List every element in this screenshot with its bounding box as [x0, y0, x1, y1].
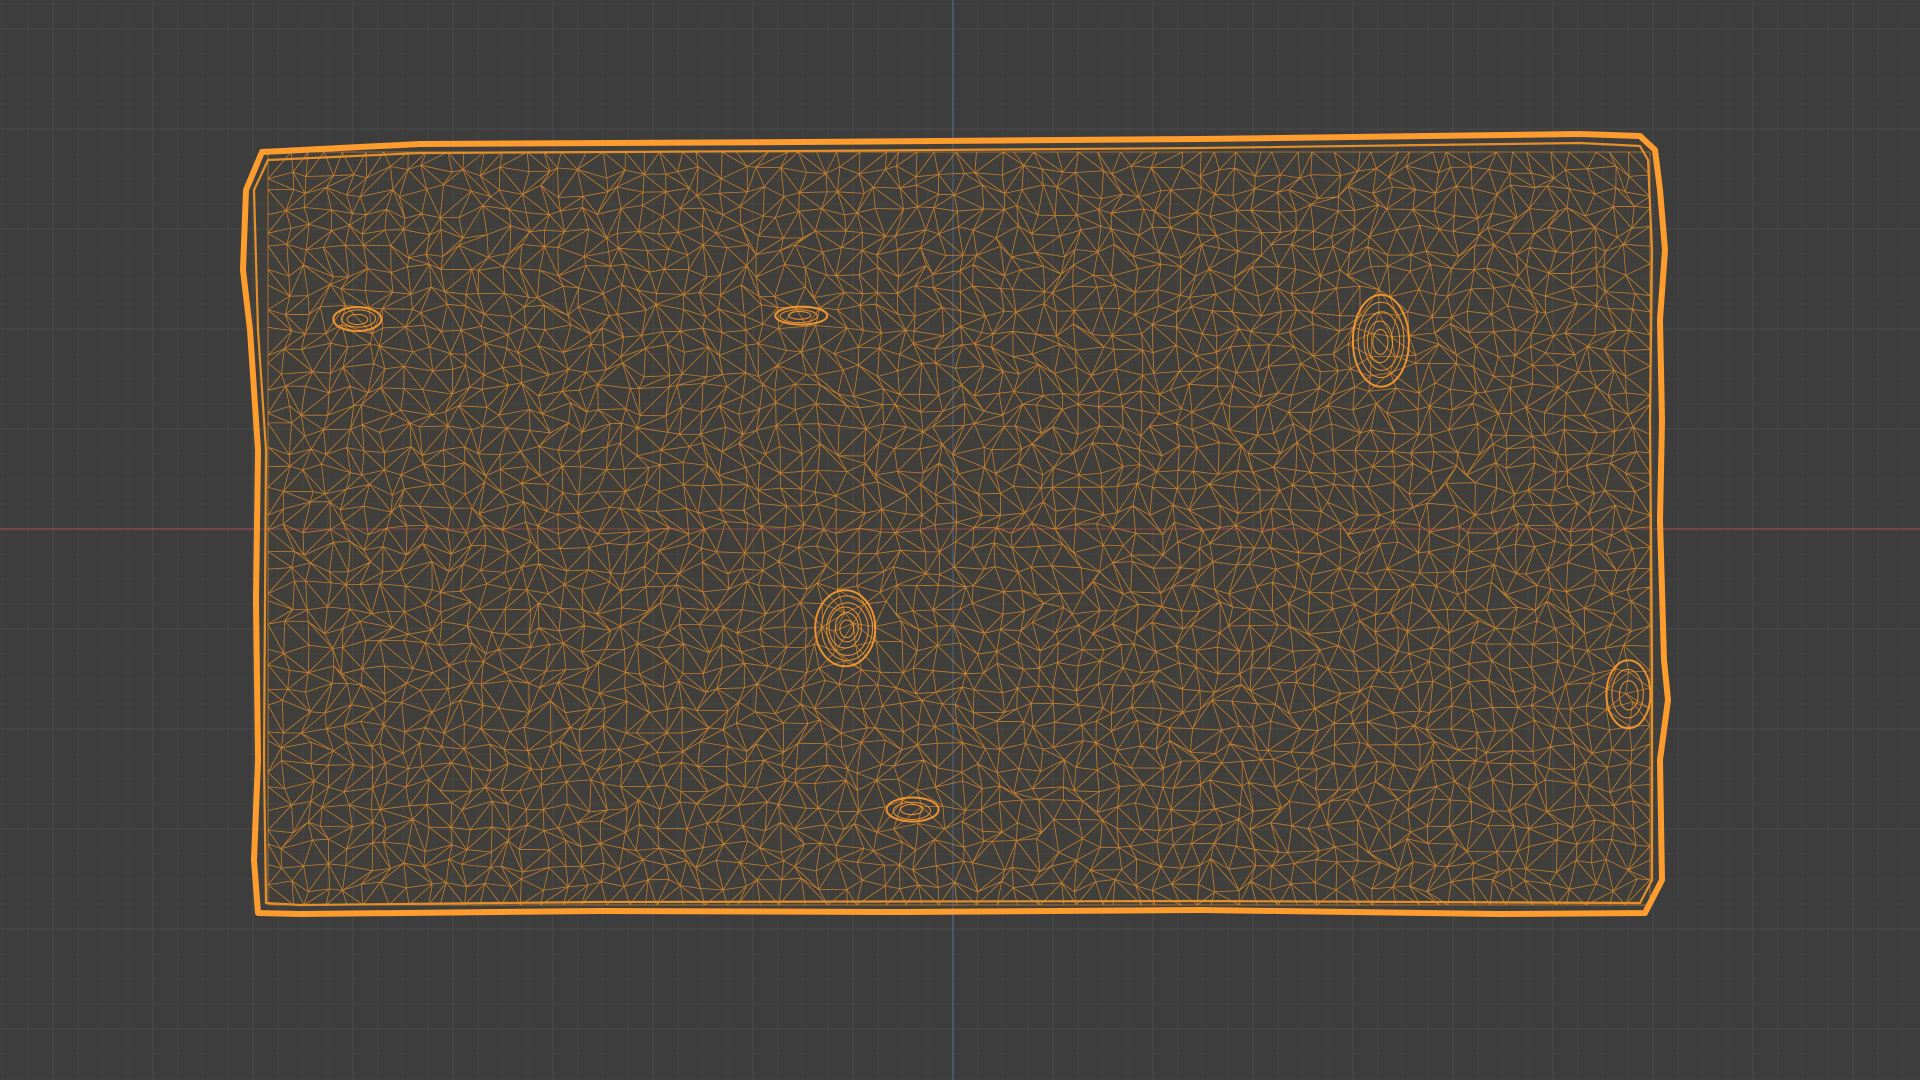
- viewport-canvas[interactable]: [0, 0, 1920, 1080]
- 3d-viewport[interactable]: [0, 0, 1920, 1080]
- wireframe-mesh-object[interactable]: [240, 131, 1671, 917]
